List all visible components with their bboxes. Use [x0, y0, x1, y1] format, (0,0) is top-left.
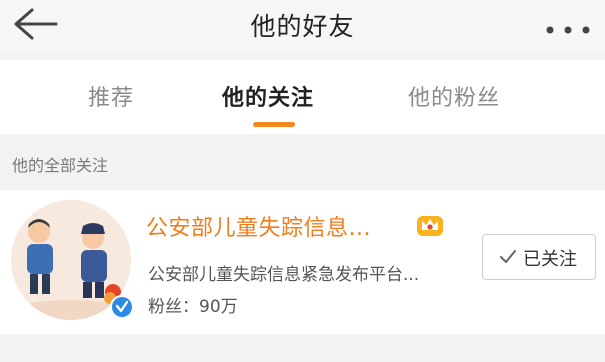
crown-badge-icon [417, 216, 443, 236]
tab-fans[interactable]: 他的粉丝 [408, 80, 500, 112]
tab-recommend[interactable]: 推荐 [88, 80, 134, 112]
active-tab-indicator [253, 122, 295, 127]
fans-count: 粉丝：90万 [148, 297, 238, 317]
tab-bar: 推荐 他的关注 他的粉丝 [0, 60, 605, 134]
more-button[interactable] [545, 20, 591, 34]
section-title: 他的全部关注 [12, 156, 109, 175]
section-header: 他的全部关注 [0, 134, 605, 190]
list-item[interactable]: 公安部儿童失踪信息... 公安部儿童失踪信息紧急发布平台... 粉丝：90万 已… [0, 190, 605, 334]
list-bottom-spacer [0, 334, 605, 362]
account-description: 公安部儿童失踪信息紧急发布平台... [148, 265, 420, 285]
more-dots-icon [546, 26, 590, 34]
check-icon [500, 250, 516, 263]
followed-label: 已关注 [523, 249, 577, 270]
followed-button[interactable]: 已关注 [482, 234, 596, 280]
avatar[interactable] [9, 198, 134, 322]
top-bar: 他的好友 [0, 0, 605, 52]
page-title: 他的好友 [250, 12, 355, 41]
tab-following[interactable]: 他的关注 [222, 80, 314, 112]
name-row: 公安部儿童失踪信息... [146, 210, 476, 242]
verified-badge-icon [110, 295, 134, 319]
